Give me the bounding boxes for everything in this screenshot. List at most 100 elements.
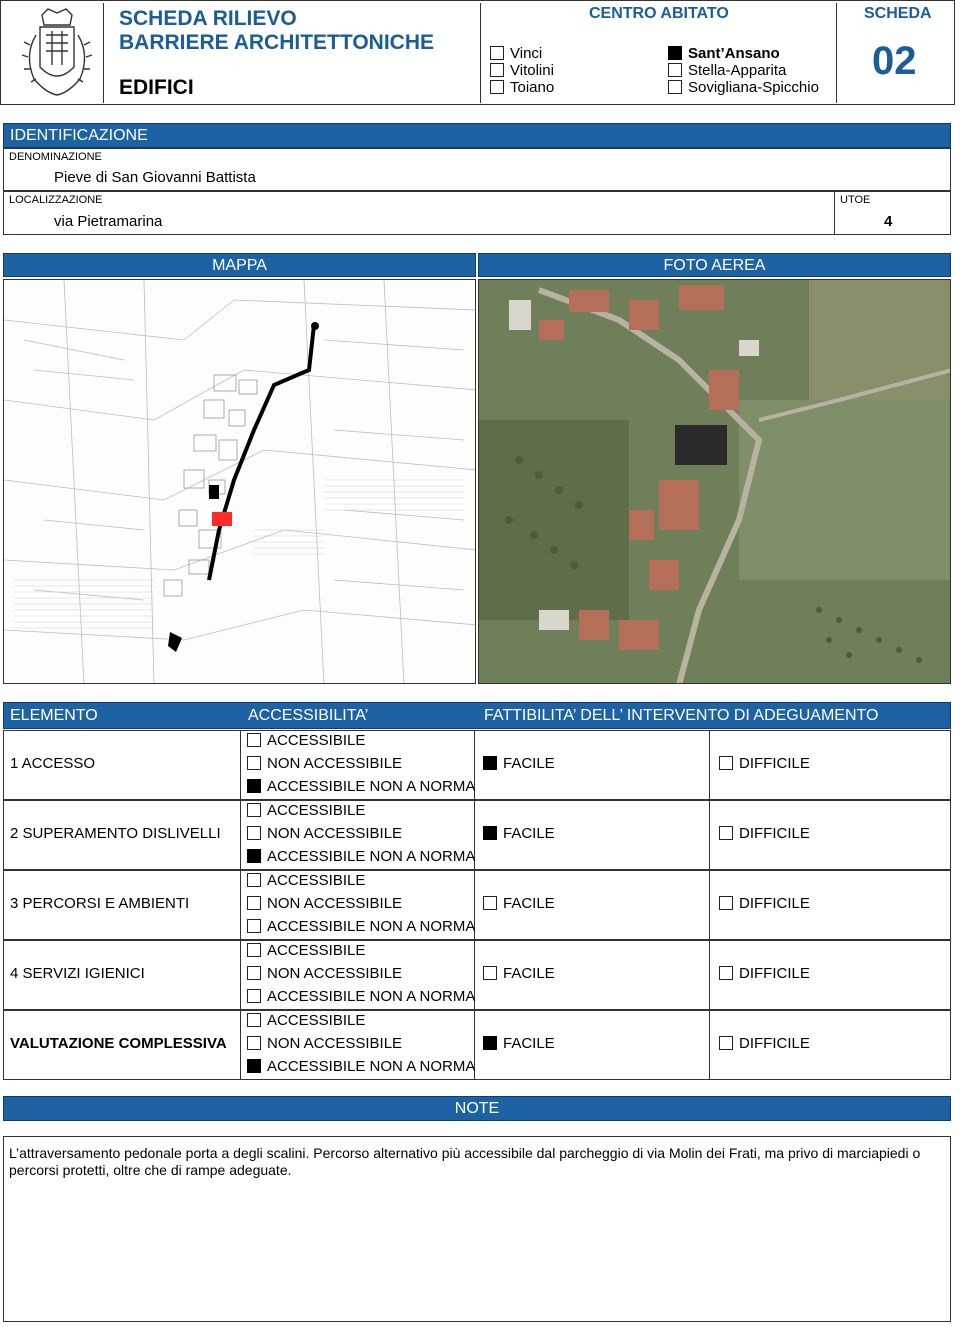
checkbox-checked-icon[interactable] (668, 46, 682, 60)
valutazione-row: VALUTAZIONE COMPLESSIVA ACCESSIBILE NON AC… (3, 1010, 951, 1080)
note-title: NOTE (454, 1100, 500, 1117)
checkbox-icon[interactable] (483, 966, 497, 980)
option-facile[interactable]: FACILE (483, 965, 555, 982)
checkbox-checked-icon[interactable] (247, 1059, 261, 1073)
utoe-divider (834, 192, 835, 234)
denominazione-label: DENOMINAZIONE (9, 151, 102, 163)
checkbox-icon[interactable] (247, 873, 261, 887)
column-divider (240, 871, 241, 939)
option-non-accessibile[interactable]: NON ACCESSIBILE (247, 965, 402, 982)
col-elemento: ELEMENTO (10, 707, 98, 724)
checkbox-icon[interactable] (247, 826, 261, 840)
option-accessibile[interactable]: ACCESSIBILE (247, 942, 365, 959)
checkbox-icon[interactable] (247, 966, 261, 980)
elemento-label: 2 SUPERAMENTO DISLIVELLI (10, 825, 221, 842)
checkbox-icon[interactable] (247, 943, 261, 957)
option-difficile[interactable]: DIFFICILE (719, 895, 810, 912)
checkbox-icon[interactable] (719, 966, 733, 980)
scheda-label: SCHEDA (864, 5, 932, 22)
valutazione-row: 4 SERVIZI IGIENICI ACCESSIBILE NON ACCESSI… (3, 940, 951, 1010)
checkbox-checked-icon[interactable] (247, 849, 261, 863)
identificazione-title: IDENTIFICAZIONE (10, 127, 148, 144)
option-facile[interactable]: FACILE (483, 895, 555, 912)
option-accessibile[interactable]: ACCESSIBILE (247, 872, 365, 889)
valutazione-row: 1 ACCESSO ACCESSIBILE NON ACCESSIBILE ACCES… (3, 730, 951, 800)
option-facile[interactable]: FACILE (483, 825, 555, 842)
checkbox-checked-icon[interactable] (247, 779, 261, 793)
checkbox-icon[interactable] (668, 80, 682, 94)
checkbox-icon[interactable] (719, 896, 733, 910)
option-accessibile-non-a-norma[interactable]: ACCESSIBILE NON A NORMA (247, 778, 475, 795)
checkbox-icon[interactable] (247, 803, 261, 817)
option-non-accessibile[interactable]: NON ACCESSIBILE (247, 825, 402, 842)
option-non-accessibile[interactable]: NON ACCESSIBILE (247, 1035, 402, 1052)
option-accessibile[interactable]: ACCESSIBILE (247, 802, 365, 819)
column-divider (240, 941, 241, 1009)
centro-title: CENTRO ABITATO (589, 5, 729, 22)
cadastral-map (3, 279, 476, 684)
option-facile[interactable]: FACILE (483, 1035, 555, 1052)
checkbox-icon[interactable] (247, 919, 261, 933)
option-accessibile-non-a-norma[interactable]: ACCESSIBILE NON A NORMA (247, 1058, 475, 1075)
option-accessibile-non-a-norma[interactable]: ACCESSIBILE NON A NORMA (247, 918, 475, 935)
scheda-number: 02 (872, 39, 917, 83)
centro-option-vitolini[interactable]: Vitolini (490, 62, 554, 79)
option-accessibile-non-a-norma[interactable]: ACCESSIBILE NON A NORMA (247, 988, 475, 1005)
column-divider (240, 1011, 241, 1079)
elemento-label: 4 SERVIZI IGIENICI (10, 965, 145, 982)
checkbox-checked-icon[interactable] (483, 756, 497, 770)
valutazione-row: 2 SUPERAMENTO DISLIVELLI ACCESSIBILE NON A… (3, 800, 951, 870)
option-difficile[interactable]: DIFFICILE (719, 825, 810, 842)
option-accessibile[interactable]: ACCESSIBILE (247, 732, 365, 749)
centro-option-stella-apparita[interactable]: Stella-Apparita (668, 62, 786, 79)
denominazione-value: Pieve di San Giovanni Battista (54, 169, 256, 186)
checkbox-icon[interactable] (490, 46, 504, 60)
checkbox-icon[interactable] (247, 756, 261, 770)
localizzazione-value: via Pietramarina (54, 213, 163, 230)
localizzazione-box: LOCALIZZAZIONE via Pietramarina UTOE 4 (3, 191, 951, 235)
checkbox-icon[interactable] (719, 826, 733, 840)
note-box: L’attraversamento pedonale porta a degli… (3, 1136, 951, 1322)
centro-option-sovigliana-spicchio[interactable]: Sovigliana-Spicchio (668, 79, 819, 96)
checkbox-icon[interactable] (490, 63, 504, 77)
option-facile[interactable]: FACILE (483, 755, 555, 772)
note-text: L’attraversamento pedonale porta a degli… (9, 1145, 921, 1178)
elemento-label: 1 ACCESSO (10, 755, 96, 772)
elemento-label: 3 PERCORSI E AMBIENTI (10, 895, 190, 912)
checkbox-icon[interactable] (719, 1036, 733, 1050)
header: SCHEDA RILIEVO BARRIERE ARCHITETTONICHE … (0, 0, 955, 105)
checkbox-icon[interactable] (247, 989, 261, 1003)
title-line-2: BARRIERE ARCHITETTONICHE (119, 31, 435, 54)
logo-cell (10, 3, 104, 103)
checkbox-icon[interactable] (490, 80, 504, 94)
col-fattibilita: FATTIBILITA’ DELL’ INTERVENTO DI ADEGUAM… (484, 707, 879, 724)
checkbox-icon[interactable] (668, 63, 682, 77)
checkbox-checked-icon[interactable] (483, 1036, 497, 1050)
identificazione-bar: IDENTIFICAZIONE (3, 123, 951, 148)
column-divider (709, 1011, 710, 1079)
localizzazione-label: LOCALIZZAZIONE (9, 194, 103, 206)
centro-option-santansano[interactable]: Sant’Ansano (668, 45, 780, 62)
option-non-accessibile[interactable]: NON ACCESSIBILE (247, 895, 402, 912)
checkbox-icon[interactable] (247, 896, 261, 910)
option-non-accessibile[interactable]: NON ACCESSIBILE (247, 755, 402, 772)
checkbox-checked-icon[interactable] (483, 826, 497, 840)
checkbox-icon[interactable] (247, 1036, 261, 1050)
option-difficile[interactable]: DIFFICILE (719, 965, 810, 982)
centro-option-toiano[interactable]: Toiano (490, 79, 554, 96)
scheda-cell: SCHEDA 02 (838, 3, 954, 103)
option-difficile[interactable]: DIFFICILE (719, 755, 810, 772)
column-divider (240, 731, 241, 799)
foto-title: FOTO AEREA (663, 257, 766, 274)
checkbox-icon[interactable] (483, 896, 497, 910)
option-difficile[interactable]: DIFFICILE (719, 1035, 810, 1052)
cadastral-map-image (4, 280, 475, 683)
centro-option-vinci[interactable]: Vinci (490, 45, 542, 62)
option-accessibile[interactable]: ACCESSIBILE (247, 1012, 365, 1029)
option-accessibile-non-a-norma[interactable]: ACCESSIBILE NON A NORMA (247, 848, 475, 865)
checkbox-icon[interactable] (247, 1013, 261, 1027)
checkbox-icon[interactable] (247, 733, 261, 747)
title-line-1: SCHEDA RILIEVO (119, 7, 297, 30)
elemento-label: VALUTAZIONE COMPLESSIVA (10, 1035, 227, 1052)
checkbox-icon[interactable] (719, 756, 733, 770)
